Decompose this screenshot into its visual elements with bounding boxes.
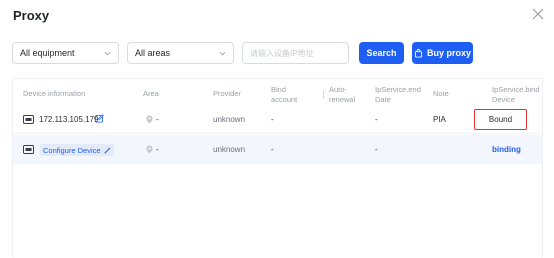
areas-select[interactable]: All areas [127,42,234,64]
header-device-information: Device information [23,89,86,98]
magic-wand-icon [103,146,111,154]
search-button-label: Search [366,48,397,58]
header-bind-account: Bind account [271,85,297,105]
device-icon [23,115,34,124]
ip-search-input[interactable] [242,42,349,64]
equipment-select-value: All equipment [20,48,75,58]
header-ip-end-date: IpService.end Date [375,85,421,105]
configure-device-button[interactable]: Configure Device [40,144,114,156]
area-value: - [156,115,159,124]
dialog-title: Proxy [13,8,50,23]
areas-select-value: All areas [135,48,171,58]
bind-account-value: - [271,115,274,124]
note-value: PIA [433,115,446,124]
end-date-value: - [375,145,378,154]
search-button[interactable]: Search [359,42,404,64]
provider-value: unknown [213,115,246,124]
table-row: 172.113.105.179 - unknown - - PIA Bound [13,105,542,134]
device-ip: 172.113.105.179 [39,115,99,124]
end-date-value: - [375,115,378,124]
chevron-down-icon [219,51,226,56]
location-pin-icon [146,115,153,124]
header-provider: Provider [213,89,241,98]
chevron-down-icon [104,51,111,56]
configure-device-label: Configure Device [43,145,101,155]
buy-proxy-button[interactable]: Buy proxy [412,42,473,64]
location-pin-icon [146,145,153,154]
shopping-bag-icon [414,48,423,58]
header-area: Area [143,89,159,98]
binding-link[interactable]: binding [492,145,521,154]
provider-value: unknown [213,145,246,154]
header-ip-bind-device: IpService.bind Device [492,85,540,105]
device-icon [23,145,34,154]
column-resize-handle[interactable] [323,91,324,99]
table-row: Configure Device - unknown - - binding [13,135,542,164]
header-note: Note [433,89,449,98]
header-ip-end-date-line2: Date [375,95,391,104]
header-ip-bind-device-line2: Device [492,95,515,104]
buy-proxy-label: Buy proxy [426,48,471,58]
header-auto-renewal-line1: Auto- [329,85,347,94]
proxy-table: Device information Area Provider Bind ac… [12,78,543,258]
header-auto-renewal: Auto- renewal [329,85,355,105]
header-ip-bind-device-line1: IpService.bind [492,85,540,94]
close-icon[interactable] [532,8,544,20]
header-bind-account-line1: Bind [271,85,287,94]
bind-account-value: - [271,145,274,154]
bound-status[interactable]: Bound [474,109,527,130]
equipment-select[interactable]: All equipment [12,42,119,64]
area-value: - [156,145,159,154]
header-ip-end-date-line1: IpService.end [375,85,421,94]
edit-icon[interactable] [95,114,104,123]
header-bind-account-line2: account [271,95,298,104]
header-auto-renewal-line2: renewal [329,95,356,104]
